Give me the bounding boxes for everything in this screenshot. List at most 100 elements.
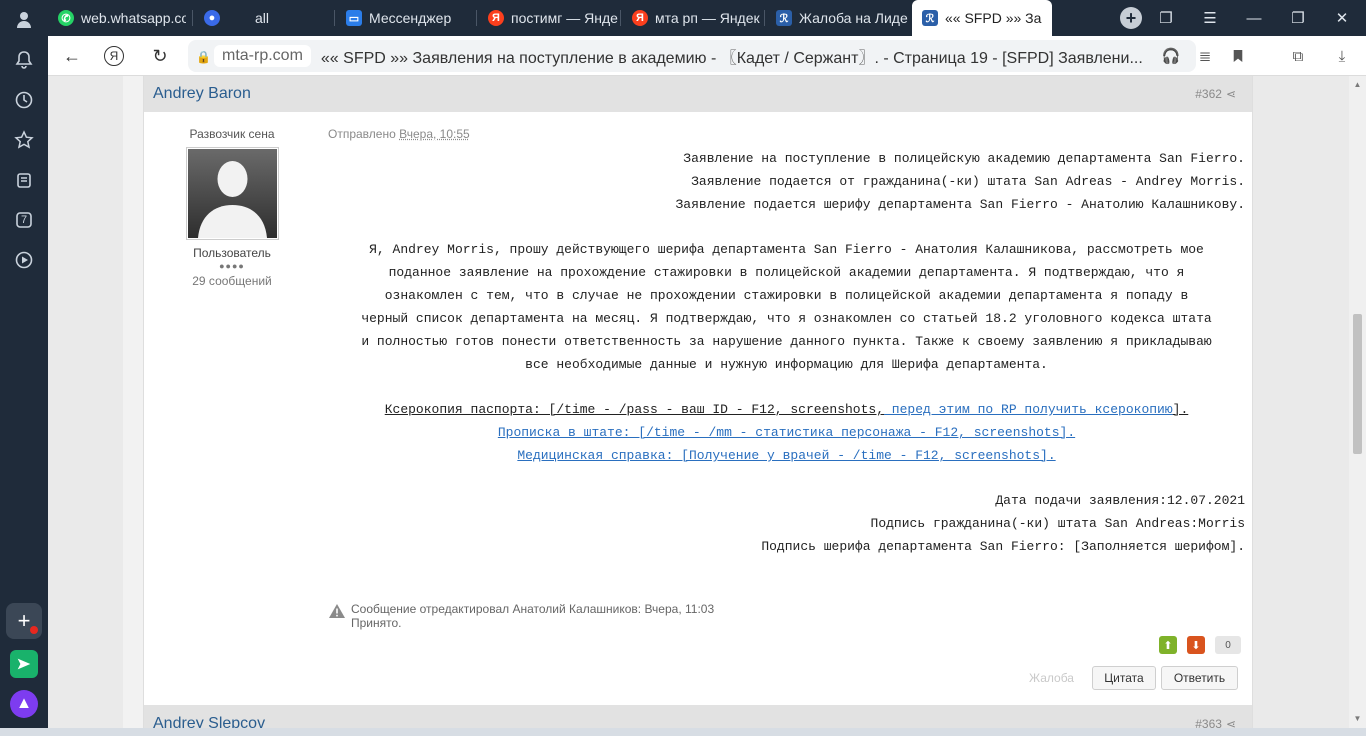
reader-icon[interactable]: ≣ — [1195, 46, 1215, 66]
tab-label: all — [255, 10, 270, 26]
post-message: Отправлено Вчера, 10:55 Заявление на пос… — [328, 127, 1245, 558]
headphones-icon[interactable]: 🎧 — [1161, 46, 1181, 66]
post-number-label: #362 — [1195, 87, 1222, 101]
passport-end: ]. — [1172, 402, 1189, 417]
quote-button[interactable]: Цитата — [1092, 666, 1156, 690]
passport-link[interactable]: перед этим по RP получить ксерокопию — [884, 402, 1173, 417]
new-tab-button[interactable]: + — [1120, 7, 1142, 29]
post-date: Отправлено Вчера, 10:55 — [328, 127, 1245, 141]
notification-dot — [30, 626, 38, 634]
tab-bar: ✆ web.whatsapp.co ● all ▭ Мессенджер Я п… — [48, 0, 1366, 36]
bookmark-icon[interactable] — [1228, 46, 1248, 66]
play-icon[interactable] — [8, 244, 40, 276]
page-viewport: Andrey Baron #362 ⋖ Развозчик сена Пользо… — [48, 76, 1349, 728]
extensions-icon[interactable]: ⧉ — [1288, 46, 1308, 66]
post: Andrey Baron #362 ⋖ Развозчик сена Пользо… — [143, 76, 1253, 705]
medical-link[interactable]: Медицинская справка: [Получение у врачей… — [517, 448, 1055, 463]
body-line: поданное заявление на прохождение стажир… — [388, 265, 1185, 280]
star-icon[interactable] — [8, 124, 40, 156]
browser-sidebar: 7 + — [0, 0, 48, 736]
post-count: 29 сообщений — [192, 274, 272, 288]
like-button[interactable]: ⬆ — [1159, 636, 1177, 654]
footer-line: Дата подачи заявления:12.07.2021 — [995, 493, 1245, 508]
sent-prefix: Отправлено — [328, 127, 396, 141]
tab-messenger[interactable]: ▭ Мессенджер — [336, 0, 474, 36]
user-title: Развозчик сена — [189, 127, 275, 141]
passport-text: Ксерокопия паспорта: [/time - /pass - ва… — [384, 402, 884, 417]
tab-yandex-mta[interactable]: Я мта рп — Яндек — [622, 0, 762, 36]
post-author[interactable]: Andrey Slepcov — [153, 715, 265, 728]
scroll-down-icon[interactable]: ▼ — [1353, 714, 1362, 723]
post-number[interactable]: #363 ⋖ — [1195, 717, 1236, 728]
messenger-app-icon[interactable] — [10, 650, 38, 678]
tab-label: мта рп — Яндек — [655, 10, 760, 26]
back-icon[interactable]: ← — [60, 44, 84, 68]
alice-icon[interactable] — [10, 690, 38, 718]
sent-time[interactable]: Вчера, 10:55 — [399, 127, 470, 141]
url-domain: mta-rp.com — [214, 45, 311, 67]
edit-reason: Принято. — [351, 616, 402, 630]
application-footer: Дата подачи заявления:12.07.2021 Подпись… — [328, 489, 1245, 558]
rank-dots: ●●●● — [219, 261, 245, 271]
tab-label: Жалоба на Лиде — [799, 10, 908, 26]
forum-icon: ℛ — [922, 10, 938, 26]
footer-line: Подпись гражданина(-ки) штата San Andrea… — [870, 516, 1245, 531]
yandex-home-icon[interactable]: Я — [104, 46, 124, 66]
tab-label: «« SFPD »» За — [945, 10, 1042, 26]
reply-button[interactable]: Ответить — [1161, 666, 1238, 690]
add-panel-button[interactable]: + — [6, 603, 42, 639]
menu-icon[interactable]: ☰ — [1190, 0, 1230, 36]
avatar[interactable] — [185, 147, 279, 240]
tabs-icon[interactable]: ❐ — [1146, 0, 1186, 36]
post-author[interactable]: Andrey Baron — [153, 85, 251, 103]
arrow-up-icon: ⬆ — [1163, 639, 1173, 652]
download-icon[interactable]: ⤓ — [1332, 46, 1352, 66]
report-button[interactable]: Жалоба — [1029, 671, 1074, 685]
tab-label: web.whatsapp.co — [81, 10, 186, 26]
post-number-label: #363 — [1195, 717, 1222, 728]
status-bar — [0, 728, 1366, 736]
url-field[interactable]: 🔒 mta-rp.com «« SFPD »» Заявления на пос… — [188, 40, 1196, 72]
dislike-button[interactable]: ⬇ — [1187, 636, 1205, 654]
edit-note: Сообщение отредактировал Анатолий Калашн… — [328, 602, 714, 630]
header-line: Заявление подается шерифу департамента S… — [675, 197, 1246, 212]
edit-note-text: Сообщение отредактировал Анатолий Калашн… — [351, 602, 715, 616]
forum-thread: Andrey Baron #362 ⋖ Развозчик сена Пользо… — [123, 76, 1253, 728]
share-icon[interactable]: ⋖ — [1226, 87, 1236, 101]
body-line: все необходимые данные и нужную информац… — [525, 357, 1048, 372]
body-line: черный список департамента на месяц. Я п… — [361, 311, 1212, 326]
post-number[interactable]: #362 ⋖ — [1195, 87, 1236, 101]
apps-counter: 7 — [20, 214, 28, 226]
collections-icon[interactable] — [8, 164, 40, 196]
restore-icon[interactable]: ❐ — [1278, 0, 1318, 36]
tab-all[interactable]: ● all — [194, 0, 330, 36]
body-line: Я, Andrey Morris, прошу действующего шер… — [369, 242, 1204, 257]
history-icon[interactable] — [8, 84, 40, 116]
post-header: Andrey Baron #362 ⋖ — [144, 76, 1252, 112]
page-title: «« SFPD »» Заявления на поступление в ак… — [320, 50, 1143, 67]
body-line: ознакомлен с тем, что в случае не прохож… — [384, 288, 1189, 303]
attachments: Ксерокопия паспорта: [/time - /pass - ва… — [328, 398, 1245, 467]
application-header: Заявление на поступление в полицейскую а… — [328, 147, 1246, 216]
messenger-icon: ▭ — [346, 10, 362, 26]
tab-complaint[interactable]: ℛ Жалоба на Лиде — [766, 0, 908, 36]
close-window-icon[interactable]: ✕ — [1322, 0, 1362, 36]
tab-sfpd[interactable]: ℛ «« SFPD »» За ✕ — [912, 0, 1052, 36]
registration-link[interactable]: Прописка в штате: [/time - /mm - статист… — [498, 425, 1075, 440]
address-bar: ← Я ↻ 🔒 mta-rp.com «« SFPD »» Заявления … — [48, 36, 1366, 76]
yandex-icon: Я — [488, 10, 504, 26]
scrollbar[interactable]: ▲ ▼ — [1349, 76, 1366, 728]
lock-icon: 🔒 — [196, 50, 211, 64]
minimize-icon[interactable]: — — [1234, 0, 1274, 36]
apps-counter-icon[interactable]: 7 — [8, 204, 40, 236]
user-role: Пользователь — [193, 246, 271, 260]
scrollbar-thumb[interactable] — [1353, 314, 1362, 454]
tab-whatsapp[interactable]: ✆ web.whatsapp.co — [48, 0, 186, 36]
bell-icon[interactable] — [8, 44, 40, 76]
profile-icon[interactable] — [8, 4, 40, 36]
scroll-up-icon[interactable]: ▲ — [1353, 80, 1362, 89]
reload-icon[interactable]: ↻ — [148, 44, 172, 68]
tab-yandex-postimg[interactable]: Я постимг — Янде — [478, 0, 618, 36]
share-icon[interactable]: ⋖ — [1226, 717, 1236, 728]
yandex-icon: Я — [632, 10, 648, 26]
